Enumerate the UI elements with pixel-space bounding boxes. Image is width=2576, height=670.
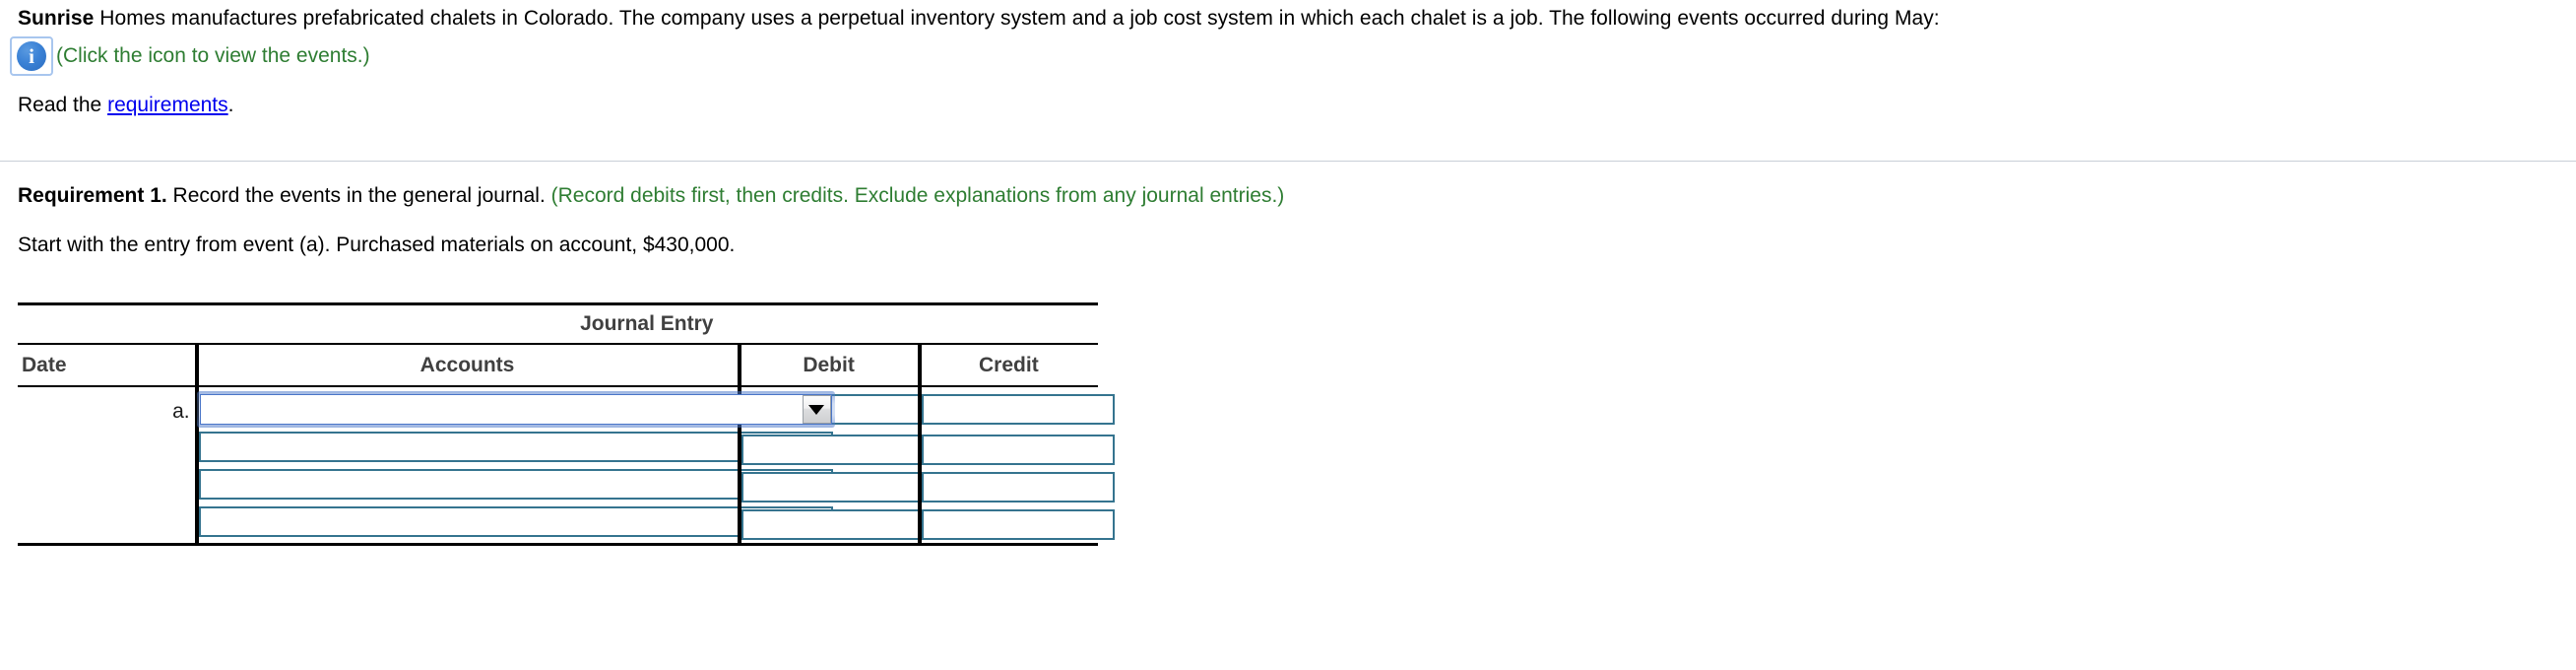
requirements-link[interactable]: requirements (107, 94, 228, 116)
accounts-cell (194, 386, 835, 546)
intro-sentence: Sunrise Homes manufactures prefabricated… (18, 0, 2558, 32)
requirement-line: Requirement 1. Record the events in the … (18, 183, 2558, 209)
chevron-down-icon[interactable] (802, 395, 831, 424)
journal-entry-table: Journal Entry Date Accounts Debit Credit… (18, 302, 1115, 546)
events-icon-row: i (Click the icon to view the events.) (10, 36, 2558, 76)
journal-header-row: Date Accounts Debit Credit (18, 344, 1098, 387)
entry-label-a: a. (172, 400, 190, 423)
journal-body-row: a. (18, 386, 1115, 546)
journal-title-spacer (18, 302, 196, 345)
requirement-label: Requirement 1. (18, 184, 167, 207)
intro-sentence-text: Homes manufactures prefabricated chalets… (94, 7, 1940, 30)
read-suffix: . (227, 94, 234, 116)
intro-block: Sunrise Homes manufactures prefabricated… (10, 0, 2558, 118)
column-header-debit: Debit (738, 344, 919, 387)
read-requirements-line: Read the requirements. (18, 93, 2558, 118)
column-header-accounts: Accounts (194, 344, 740, 387)
accounts-field-stack (196, 387, 835, 540)
requirement-hint: (Record debits first, then credits. Excl… (550, 184, 1285, 207)
journal-title-row: Journal Entry (18, 302, 1098, 345)
account-input-row-4[interactable] (198, 506, 833, 537)
requirement-block: Requirement 1. Record the events in the … (18, 183, 2558, 258)
company-name: Sunrise (18, 7, 95, 30)
journal-title: Journal Entry (195, 302, 1098, 345)
credit-input-row-2[interactable] (921, 435, 1115, 465)
account-input-row-3[interactable] (198, 469, 833, 500)
events-icon-caption: (Click the icon to view the events.) (56, 44, 370, 67)
section-divider (0, 161, 2576, 162)
view-events-button[interactable]: i (10, 36, 53, 76)
info-icon: i (17, 41, 46, 71)
credit-field-stack (920, 387, 1115, 543)
start-entry-line: Start with the entry from event (a). Pur… (18, 234, 736, 256)
account-select-row-1[interactable] (196, 391, 835, 428)
date-cell: a. (18, 386, 196, 546)
debit-input-row-2[interactable] (741, 435, 935, 465)
requirement-text: Record the events in the general journal… (166, 184, 551, 207)
credit-input-row-3[interactable] (921, 472, 1115, 502)
credit-input-row-4[interactable] (921, 509, 1115, 540)
column-header-date: Date (18, 344, 196, 387)
account-input-row-2[interactable] (198, 432, 833, 462)
debit-input-row-3[interactable] (741, 472, 935, 502)
debit-input-row-4[interactable] (741, 509, 935, 540)
account-select-inner (199, 394, 832, 425)
read-prefix: Read the (18, 94, 108, 116)
credit-cell (917, 386, 1115, 546)
arrow-glyph (808, 404, 825, 415)
credit-input-row-1[interactable] (921, 394, 1115, 425)
column-header-credit: Credit (917, 344, 1098, 387)
